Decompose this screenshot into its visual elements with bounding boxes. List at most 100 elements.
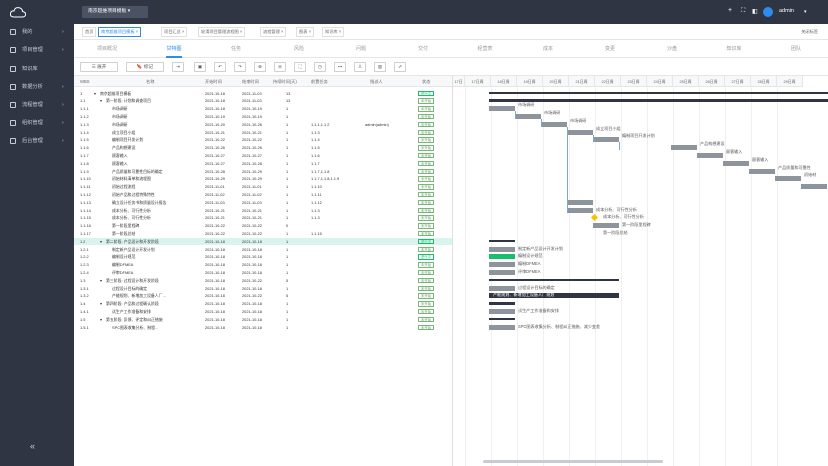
table-row[interactable]: 1.1.4 成立项目小组 2021-10-21 2021-10-21 1 1.1.3 未开始 bbox=[74, 129, 452, 137]
page-tab-flowchart[interactable]: 轮滑项目管理流程图 × bbox=[198, 27, 246, 37]
task-bar[interactable] bbox=[671, 145, 697, 151]
task-bar[interactable] bbox=[775, 176, 801, 182]
table-row[interactable]: 1.3.2 产能规划、新增加工设备人厂... 2021-10-18 2021-10-2… bbox=[74, 292, 452, 300]
collapse-sidebar-icon[interactable]: « bbox=[30, 441, 35, 451]
task-bar[interactable] bbox=[489, 262, 515, 268]
tab-knowledge[interactable]: 知识库 bbox=[726, 45, 741, 52]
task-bar[interactable] bbox=[567, 199, 593, 205]
table-row[interactable]: ▾ 1.3 第三阶段: 过程设计和开发阶段 2021-10-18 2021-10-22 5… bbox=[74, 277, 452, 285]
table-row[interactable]: 1.1.13 确立设计任务书和质量设计报告 2021-11-03 2021-11-03… bbox=[74, 199, 452, 207]
table-row[interactable]: 1.3.1 过程设计目标的确定 2021-10-18 2021-10-18 1 未开始 bbox=[74, 285, 452, 293]
task-bar[interactable] bbox=[593, 223, 619, 229]
bell-icon[interactable]: ◧ bbox=[752, 8, 758, 15]
page-tab-summary[interactable]: 项目汇总 × bbox=[161, 27, 188, 37]
table-row[interactable]: 1.1.16 第一阶段里程碑 2021-10-22 2021-10-22 0 未开始 bbox=[74, 222, 452, 230]
table-row[interactable]: 1.2.2 编制设计规范 2021-10-18 2021-10-18 1 进行中 bbox=[74, 253, 452, 261]
tab-tasks[interactable]: 任务 bbox=[231, 45, 241, 52]
nav-item-projects[interactable]: 项目管理 › bbox=[0, 44, 74, 56]
zoom-out-icon[interactable]: ⊖ bbox=[274, 62, 286, 72]
task-bar[interactable] bbox=[567, 207, 593, 213]
close-icon[interactable]: × bbox=[136, 29, 138, 34]
table-row[interactable]: 1.1.3 市场调研 2021-10-20 2021-10-26 1 1.1.1,1.1.… bbox=[74, 121, 452, 129]
summary-bar[interactable] bbox=[489, 317, 515, 321]
summary-bar[interactable] bbox=[489, 91, 828, 95]
task-bar[interactable] bbox=[489, 324, 515, 330]
summary-bar[interactable] bbox=[489, 278, 619, 282]
mark-button[interactable]: 🔖 标记 bbox=[126, 62, 164, 72]
close-icon[interactable]: × bbox=[182, 29, 184, 34]
table-row[interactable]: 1.4.1 试生产工作准备和安排 2021-10-18 2021-10-18 1 未开始 bbox=[74, 308, 452, 316]
summary-bar[interactable] bbox=[489, 302, 515, 305]
table-row[interactable]: 1.1.12 初始产品和过程特殊特性 2021-11-02 2021-11-02 1 1.… bbox=[74, 191, 452, 199]
page-tab-chart[interactable]: 图表 × bbox=[296, 27, 315, 37]
table-row[interactable]: 1.1.7 顾客输入 2021-10-27 2021-10-27 1 1.1.6 未开始 bbox=[74, 152, 452, 160]
people-icon[interactable]: ♙ bbox=[354, 62, 366, 72]
task-bar[interactable] bbox=[489, 254, 515, 260]
tab-team[interactable]: 团队 bbox=[791, 45, 801, 52]
nav-item-org[interactable]: 组织管理 › bbox=[0, 117, 74, 129]
page-tab-home[interactable]: 首页 bbox=[82, 27, 97, 37]
table-row[interactable]: 1.1.11 初始过程流程 2021-11-01 2021-11-01 1 1.1.10 未… bbox=[74, 183, 452, 191]
nav-item-mine[interactable]: 我的 › bbox=[0, 26, 74, 38]
tab-deliverables[interactable]: 交付 bbox=[418, 45, 428, 52]
page-tab-knowledge[interactable]: 知识库 × bbox=[322, 27, 345, 37]
task-bar[interactable] bbox=[541, 121, 567, 127]
export-icon[interactable]: ⇗ bbox=[394, 62, 406, 72]
tab-business[interactable]: 经营表 bbox=[477, 45, 492, 52]
table-row[interactable]: 1.1.10 初始材料清单和流程图 2021-10-29 2021-10-29 1 1.1… bbox=[74, 175, 452, 183]
table-row[interactable]: 1.1.5 编制项目开发计划 2021-10-22 2021-10-22 1 1.1.4 未… bbox=[74, 136, 452, 144]
clock-icon[interactable]: ◷ bbox=[314, 62, 326, 72]
expand-button[interactable]: ☰ 展开 bbox=[80, 62, 118, 72]
tab-sandbox[interactable]: 沙盘 bbox=[667, 45, 677, 52]
nav-item-analytics[interactable]: 数据分析 › bbox=[0, 81, 74, 93]
tab-issues[interactable]: 问题 bbox=[356, 45, 366, 52]
tab-overview[interactable]: 项目概况 bbox=[97, 45, 117, 52]
close-icon[interactable]: × bbox=[309, 29, 311, 34]
table-row[interactable]: 1.5.1 SPC图表收集分析、制程... 2021-10-18 2021-10-18… bbox=[74, 324, 452, 332]
username[interactable]: admin bbox=[779, 8, 794, 14]
table-row[interactable]: 1.1.15 成本分析、可行性分析 2021-10-21 2021-10-21 1 1.1… bbox=[74, 214, 452, 222]
table-row[interactable]: 1.1.9 产品质量和可靠性目标的确定 2021-10-28 2021-10-29 1 1… bbox=[74, 168, 452, 176]
task-bar[interactable] bbox=[593, 137, 619, 143]
nav-item-knowledge[interactable]: 知识库 bbox=[0, 63, 74, 75]
summary-bar[interactable] bbox=[489, 99, 828, 102]
gantt-scrollbar[interactable] bbox=[483, 460, 663, 463]
avatar[interactable] bbox=[763, 7, 773, 17]
table-row[interactable]: ▾ 1.1 第一阶段: 计划和调查项目 2021-10-18 2021-11-03 13 未… bbox=[74, 97, 452, 105]
zoom-in-icon[interactable]: ⊕ bbox=[254, 62, 266, 72]
redo-icon[interactable]: ↷ bbox=[234, 62, 246, 72]
task-bar[interactable] bbox=[489, 285, 515, 291]
table-row[interactable]: 1.2.4 评审DFMEA 2021-10-18 2021-10-18 1 未开始 bbox=[74, 269, 452, 277]
table-row[interactable]: 1.1.14 成本分析、可行性分析 2021-10-21 2021-10-21 1 1.1… bbox=[74, 207, 452, 215]
task-bar[interactable] bbox=[723, 160, 749, 166]
close-icon[interactable]: × bbox=[281, 29, 283, 34]
summary-bar[interactable] bbox=[489, 239, 515, 243]
tab-risks[interactable]: 风险 bbox=[294, 45, 304, 52]
milestone-marker[interactable] bbox=[590, 214, 599, 222]
task-bar[interactable] bbox=[749, 168, 775, 174]
tab-cost[interactable]: 成本 bbox=[543, 45, 553, 52]
caret-down-icon[interactable]: ▾ bbox=[804, 9, 807, 15]
close-icon[interactable]: × bbox=[240, 29, 242, 34]
task-bar[interactable] bbox=[489, 269, 515, 276]
add-icon[interactable]: + bbox=[728, 7, 732, 14]
task-bar[interactable] bbox=[515, 113, 541, 120]
table-row[interactable]: ▾ 1.2 第二阶段: 产品设计和开发阶段 2021-10-18 2021-10-18 1… bbox=[74, 237, 452, 246]
table-row[interactable]: 1.1.1 市场调研 2021-10-18 2021-10-19 1 未开始 bbox=[74, 105, 452, 113]
fit-icon[interactable]: ⛶ bbox=[294, 62, 306, 72]
table-row[interactable]: 1.1.17 第一阶段总结 2021-10-22 2021-10-22 1 1.1.15 未… bbox=[74, 230, 452, 238]
table-row[interactable]: ▾ 1.4 第四阶段: 产品和过程确认阶段 2021-10-18 2021-10-18 1… bbox=[74, 300, 452, 308]
close-icon[interactable]: × bbox=[339, 29, 341, 34]
close-tabs-button[interactable]: 关闭标签 bbox=[801, 29, 818, 35]
task-bar[interactable] bbox=[801, 184, 827, 190]
table-row[interactable]: 1.2.3 编制DFMEA 2021-10-18 2021-10-18 1 未开始 bbox=[74, 261, 452, 269]
task-bar[interactable] bbox=[697, 152, 723, 159]
table-row[interactable]: 1.1.2 市场调研 2021-10-19 2021-10-19 1 未开始 bbox=[74, 113, 452, 121]
page-tab-project[interactable]: 南京超维项目模板 × bbox=[98, 27, 142, 37]
tab-gantt[interactable]: 甘特图 bbox=[166, 45, 181, 52]
tab-changes[interactable]: 变更 bbox=[605, 45, 615, 52]
table-row[interactable]: ▾ 1.5 第五阶段: 反馈、评定和纠正措施 2021-10-18 2021-10-18… bbox=[74, 316, 452, 324]
fullscreen-icon[interactable]: ⛶ bbox=[741, 8, 745, 15]
nav-item-admin[interactable]: 后台管理 › bbox=[0, 135, 74, 147]
table-row[interactable]: 1.2.1 制定新产品设计开发计划 2021-10-18 2021-10-18 1 未开始 bbox=[74, 246, 452, 254]
